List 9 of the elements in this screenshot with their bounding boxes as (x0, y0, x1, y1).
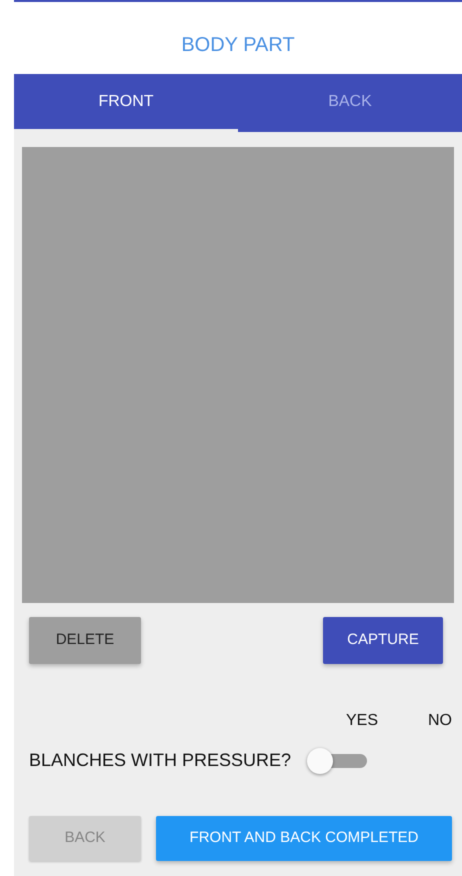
question-label: BLANCHES WITH PRESSURE? (29, 749, 292, 772)
tab[interactable]: BACK (238, 74, 462, 132)
yes-label: YES (346, 711, 378, 731)
toggle-switch[interactable] (307, 748, 368, 774)
action-button[interactable]: DELETE (29, 617, 141, 664)
complete-button[interactable]: FRONT AND BACK COMPLETED (156, 816, 452, 861)
page-title: BODY PART (180, 33, 296, 58)
capture-button[interactable]: CAPTURE (323, 617, 443, 664)
no-label: NO (428, 711, 452, 731)
